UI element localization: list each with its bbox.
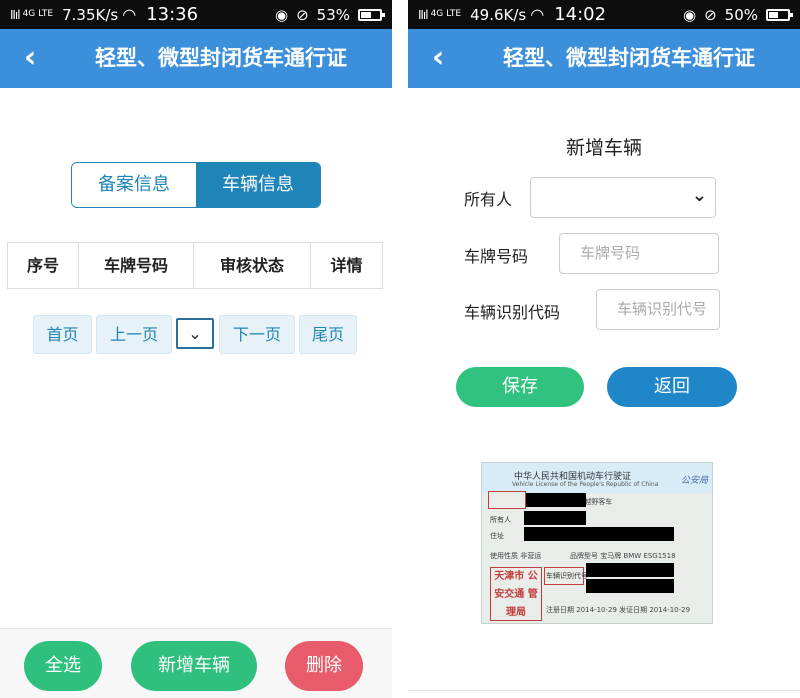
title-bar: ‹ 轻型、微型封闭货车通行证 xyxy=(408,29,800,88)
signal-icon: Ⅱıl xyxy=(418,7,429,22)
tab-filing-info[interactable]: 备案信息 xyxy=(72,163,196,207)
network-type-icon: 4G LTE xyxy=(22,9,54,19)
license-mark: 公安局 xyxy=(680,476,708,486)
add-vehicle-screen: Ⅱıl 4G LTE 49.6K/s ◠ 14:02 ◉ ⊘ 50% ‹ 轻型、… xyxy=(408,0,800,698)
vin-input[interactable]: 车辆识别代号 xyxy=(596,289,720,330)
location-icon: ◉ xyxy=(274,5,289,24)
bottom-action-bar: 全选 新增车辆 删除 xyxy=(0,628,392,698)
next-page-button[interactable]: 下一页 xyxy=(219,315,295,354)
plate-label: 车牌号码 xyxy=(464,247,529,266)
column-header-details: 详情 xyxy=(330,256,363,275)
redacted-block xyxy=(586,579,674,593)
prev-page-button[interactable]: 上一页 xyxy=(96,315,172,354)
page-title: 轻型、微型封闭货车通行证 xyxy=(95,46,347,70)
wifi-icon: ◠ xyxy=(530,5,545,24)
add-vehicle-button[interactable]: 新增车辆 xyxy=(131,641,257,691)
chevron-down-icon: ⌄ xyxy=(188,324,202,343)
license-vin-label: 车辆识别代号 xyxy=(546,572,588,580)
mute-icon: ⊘ xyxy=(296,5,309,24)
license-dates: 注册日期 2014-10-29 发证日期 2014-10-29 xyxy=(546,606,691,614)
last-page-button[interactable]: 尾页 xyxy=(299,315,357,354)
status-time: 13:36 xyxy=(146,4,199,25)
battery-icon xyxy=(358,8,385,21)
page-title: 轻型、微型封闭货车通行证 xyxy=(503,46,755,70)
form-title: 新增车辆 xyxy=(565,137,642,159)
network-type-icon: 4G LTE xyxy=(430,9,462,19)
license-owner-label: 所有人 xyxy=(490,516,511,524)
first-page-button[interactable]: 首页 xyxy=(33,315,92,354)
network-speed: 49.6K/s xyxy=(470,5,527,24)
redacted-block xyxy=(524,511,586,525)
column-header-plate: 车牌号码 xyxy=(79,243,194,288)
save-button[interactable]: 保存 xyxy=(456,367,584,407)
status-bar: Ⅱıl 4G LTE 7.35K/s ◠ 13:36 ◉ ⊘ 53% xyxy=(0,0,392,29)
redacted-block xyxy=(586,563,674,577)
battery-percent: 53% xyxy=(316,5,350,24)
return-button[interactable]: 返回 xyxy=(607,367,737,407)
network-speed: 7.35K/s xyxy=(62,5,119,24)
license-use-character: 使用性质 非营运 xyxy=(490,552,542,560)
tab-vehicle-info[interactable]: 车辆信息 xyxy=(196,163,320,207)
redacted-block xyxy=(524,527,674,541)
highlight-box-plate xyxy=(488,491,526,509)
police-stamp: 天津市 公安交通 管理局 xyxy=(490,567,542,621)
title-bar: ‹ 轻型、微型封闭货车通行证 xyxy=(0,29,392,88)
wifi-icon: ◠ xyxy=(122,5,137,24)
owner-label: 所有人 xyxy=(464,190,513,209)
vin-label: 车辆识别代码 xyxy=(464,303,561,322)
chevron-down-icon: ⌄ xyxy=(691,185,707,206)
redacted-block xyxy=(526,493,586,507)
select-all-button[interactable]: 全选 xyxy=(24,641,102,691)
vehicle-table-header: 序号 车牌号码 审核状态 详情 xyxy=(7,242,383,289)
status-time: 14:02 xyxy=(554,4,607,25)
license-subheading: Vehicle License of the People's Republic… xyxy=(512,481,659,488)
license-brand-model: 品牌型号 宝马牌 BMW ESG1518 xyxy=(570,552,676,560)
plate-input[interactable]: 车牌号码 xyxy=(559,233,719,274)
column-header-status: 审核状态 xyxy=(194,243,311,288)
column-header-index: 序号 xyxy=(8,243,79,288)
status-bar: Ⅱıl 4G LTE 49.6K/s ◠ 14:02 ◉ ⊘ 50% xyxy=(408,0,800,29)
page-select[interactable]: ⌄ xyxy=(176,318,214,349)
mute-icon: ⊘ xyxy=(704,5,717,24)
owner-select[interactable]: ⌄ xyxy=(530,177,716,218)
location-icon: ◉ xyxy=(682,5,697,24)
battery-percent: 50% xyxy=(724,5,758,24)
license-example-image: 中华人民共和国机动车行驶证 Vehicle License of the Peo… xyxy=(481,462,713,624)
info-tabs: 备案信息 车辆信息 xyxy=(71,162,321,208)
battery-icon xyxy=(766,8,793,21)
delete-button[interactable]: 删除 xyxy=(285,641,363,691)
license-address-label: 住址 xyxy=(490,532,504,540)
signal-icon: Ⅱıl xyxy=(10,7,21,22)
vehicle-list-screen: Ⅱıl 4G LTE 7.35K/s ◠ 13:36 ◉ ⊘ 53% ‹ 轻型、… xyxy=(0,0,392,698)
